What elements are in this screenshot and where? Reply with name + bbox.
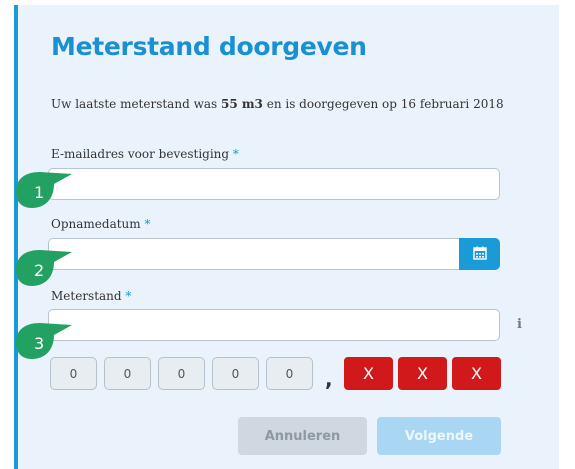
step-marker: 1: [16, 172, 72, 208]
intro-prefix: Uw laatste meterstand was: [51, 97, 221, 111]
decimal-digit-error[interactable]: X: [398, 357, 447, 390]
meter-digit[interactable]: 0: [50, 357, 97, 390]
page-title: Meterstand doorgeven: [51, 32, 367, 61]
next-button[interactable]: Volgende: [377, 417, 501, 455]
last-reading-value: 55 m3: [220, 97, 263, 111]
step-number: 3: [34, 334, 44, 353]
intro-text: Uw laatste meterstand was 55 m3 en is do…: [51, 95, 521, 114]
decimal-digit-error[interactable]: X: [344, 357, 393, 390]
cancel-button[interactable]: Annuleren: [238, 417, 367, 455]
step-number: 2: [34, 261, 44, 280]
required-mark: *: [125, 289, 132, 303]
meter-digit[interactable]: 0: [158, 357, 205, 390]
email-label-text: E-mailadres voor bevestiging: [51, 147, 230, 161]
required-mark: *: [144, 217, 151, 231]
info-icon[interactable]: i: [517, 317, 522, 332]
email-field[interactable]: [48, 168, 500, 200]
step-marker: 2: [16, 250, 72, 286]
calendar-button[interactable]: [459, 238, 500, 270]
meter-digit[interactable]: 0: [212, 357, 259, 390]
date-label-text: Opnamedatum: [51, 217, 141, 231]
meter-reading-field[interactable]: [48, 309, 500, 341]
required-mark: *: [232, 147, 239, 161]
meter-digit[interactable]: 0: [104, 357, 151, 390]
meter-label: Meterstand *: [51, 289, 131, 303]
decimal-digit-error[interactable]: X: [452, 357, 501, 390]
meter-label-text: Meterstand: [51, 289, 122, 303]
step-number: 1: [34, 183, 44, 202]
intro-suffix: en is doorgegeven op 16 februari 2018: [262, 97, 504, 111]
date-label: Opnamedatum *: [51, 217, 150, 231]
step-marker: 3: [16, 323, 72, 359]
calendar-icon: [472, 245, 487, 264]
email-label: E-mailadres voor bevestiging *: [51, 147, 239, 161]
meter-digit[interactable]: 0: [266, 357, 313, 390]
date-field[interactable]: [48, 238, 460, 270]
form-panel: [14, 5, 559, 469]
decimal-separator: ,: [325, 367, 333, 391]
